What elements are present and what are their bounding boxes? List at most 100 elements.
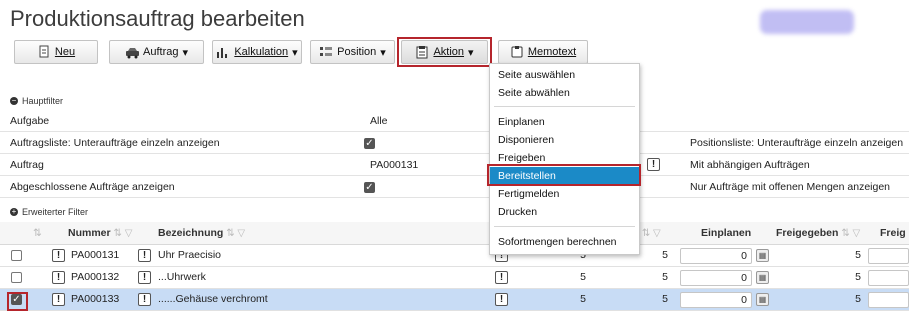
task-select[interactable]: Alle [370,115,388,127]
release-input[interactable] [868,270,909,286]
info-icon[interactable]: ! [52,249,65,262]
dependent-label: Mit abhängigen Aufträgen [690,159,810,171]
sort-icon[interactable]: ⇅ [33,227,42,239]
menu-item-deselect-page[interactable]: Seite abwählen [490,84,639,102]
main-filter-label: Hauptfilter [22,96,64,106]
info-icon[interactable]: ! [138,293,151,306]
table-header [0,222,909,245]
closed-orders-label: Abgeschlossene Aufträge anzeigen [10,181,175,193]
collapse-icon: − [10,96,18,105]
row-checkbox[interactable] [11,272,22,283]
task-label: Aufgabe [10,115,50,127]
closed-orders-checkbox[interactable]: ✓ [364,182,375,193]
column-number[interactable]: Nummer ⇅ ▽ [68,227,132,239]
extended-filter-label: Erweiterter Filter [22,207,89,217]
menu-item-highlight [487,164,641,186]
row-description: ......Gehäuse verchromt [158,293,268,305]
dropdown-caret-icon: ▾ [380,46,386,59]
row-qty-remaining: 5 [662,271,668,283]
calendar-icon[interactable]: ▦ [756,293,769,306]
info-icon[interactable]: ! [138,249,151,262]
list-icon [319,45,333,59]
memo-button[interactable]: Memotext [498,40,588,64]
new-button-label: Neu [54,46,76,58]
bar-chart-icon [216,45,230,59]
extended-filter-toggle[interactable]: + Erweiterter Filter [10,207,88,217]
page-title: Produktionsauftrag bearbeiten [10,6,305,31]
info-icon[interactable]: ! [495,271,508,284]
menu-separator [494,106,635,107]
main-filter-toggle[interactable]: − Hauptfilter [10,96,63,106]
column-number-label: Nummer [68,227,111,239]
memo-button-label: Memotext [527,46,577,58]
blurred-logo [760,10,854,34]
dropdown-caret-icon: ▾ [182,46,188,59]
position-menu-label: Position [337,46,377,58]
suborders-checkbox[interactable]: ✓ [364,138,375,149]
column-release-label: Freig [880,227,906,239]
row-number: PA000131 [71,249,120,261]
pos-suborders-label: Positionsliste: Unteraufträge einzeln an… [690,137,904,149]
action-button-highlight [397,37,492,67]
plan-input[interactable]: 0 [680,270,752,286]
release-input[interactable] [868,292,909,308]
info-icon[interactable]: ! [138,271,151,284]
column-plan[interactable]: Einplanen [701,227,751,239]
order-warning-icon[interactable]: ! [647,158,660,171]
order-field[interactable]: PA000131 [370,159,418,171]
column-released-label: Freigegeben [776,227,839,239]
column-released[interactable]: Freigegeben ⇅ ▽ [776,227,860,239]
column-plan-label: Einplanen [701,227,752,239]
row-released: 5 [855,249,861,261]
row-released: 5 [855,293,861,305]
menu-item-complete[interactable]: Fertigmelden [490,185,639,203]
row-checkbox[interactable] [11,250,22,261]
info-icon[interactable]: ! [52,293,65,306]
menu-item-plan[interactable]: Einplanen [490,113,639,131]
row-number: PA000132 [71,271,120,283]
row-number: PA000133 [71,293,120,305]
plan-input[interactable]: 0 [680,248,752,264]
plan-input[interactable]: 0 [680,292,752,308]
expand-icon: + [10,207,18,216]
column-description[interactable]: Bezeichnung ⇅ ▽ [158,227,245,239]
menu-item-print[interactable]: Drucken [490,203,639,221]
calculation-menu-button[interactable]: Kalkulation ▾ [212,40,302,64]
row-description: ...Uhrwerk [158,271,206,283]
column-description-label: Bezeichnung [158,227,224,239]
info-icon[interactable]: ! [495,293,508,306]
suborders-label: Auftragsliste: Unteraufträge einzeln anz… [10,137,220,149]
column-release[interactable]: Freig [880,227,906,239]
divider [0,197,909,198]
menu-separator [494,226,635,227]
note-icon [510,45,524,59]
calendar-icon[interactable]: ▦ [756,271,769,284]
sort-filter-icon: ⇅ ▽ [226,228,246,239]
menu-item-dispatch[interactable]: Disponieren [490,131,639,149]
order-label: Auftrag [10,159,44,171]
order-menu-button[interactable]: Auftrag ▾ [109,40,204,64]
divider [0,175,909,176]
sort-filter-icon: ⇅ ▽ [113,228,133,239]
row-released: 5 [855,271,861,283]
sort-filter-icon: ⇅ ▽ [641,228,661,239]
position-menu-button[interactable]: Position ▾ [310,40,395,64]
table-row[interactable]: ! PA000131 ! Uhr Praecisio ! 5 5 0 ▦ 5 [0,245,909,267]
document-icon [37,45,51,59]
calculation-menu-label: Kalkulation [234,46,289,58]
release-input[interactable] [868,248,909,264]
menu-item-select-page[interactable]: Seite auswählen [490,66,639,84]
sort-filter-icon: ⇅ ▽ [841,228,861,239]
car-icon [125,45,139,59]
info-icon[interactable]: ! [52,271,65,284]
calendar-icon[interactable]: ▦ [756,249,769,262]
table-row-selected[interactable]: ✓ ! PA000133 ! ......Gehäuse verchromt !… [0,289,909,311]
table-row[interactable]: ! PA000132 ! ...Uhrwerk ! 5 5 0 ▦ 5 [0,267,909,289]
new-button[interactable]: Neu [14,40,98,64]
row-qty: 5 [580,271,586,283]
row-qty: 5 [580,293,586,305]
menu-item-instant-qty[interactable]: Sofortmengen berechnen [490,233,639,251]
action-dropdown-menu: Seite auswählen Seite abwählen Einplanen… [489,63,640,255]
checkbox-highlight [7,292,28,311]
row-description: Uhr Praecisio [158,249,222,261]
